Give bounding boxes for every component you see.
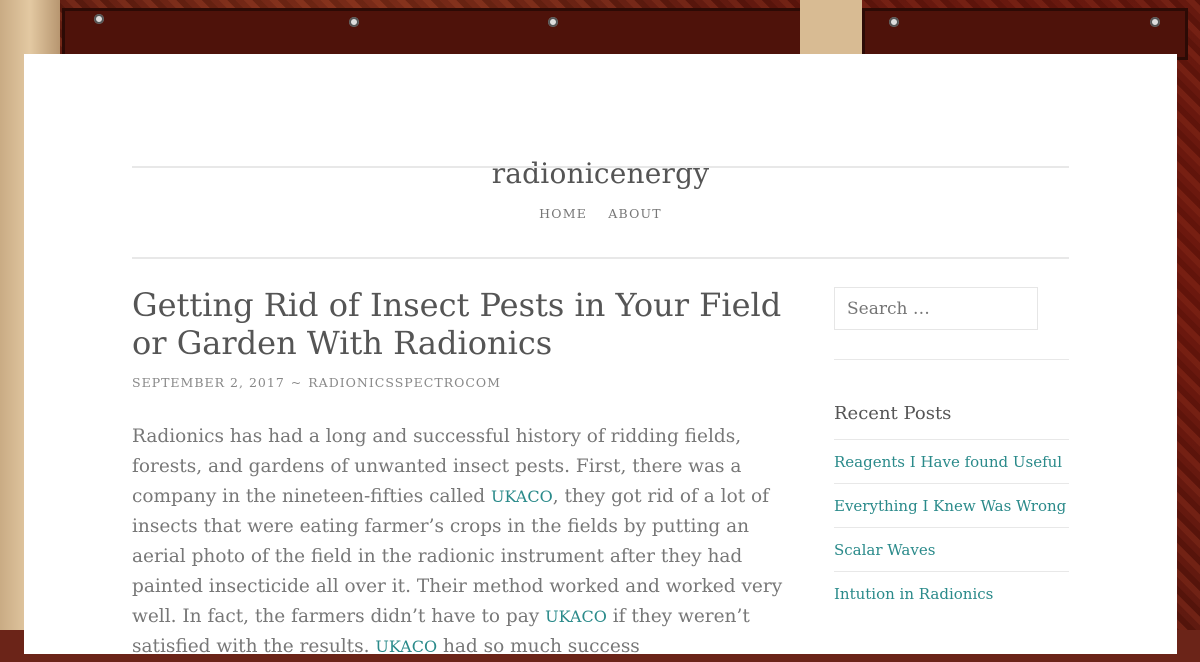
recent-posts-list: Reagents I Have found Useful Everything … xyxy=(834,439,1069,615)
recent-post-link[interactable]: Reagents I Have found Useful xyxy=(834,453,1062,471)
background-frame xyxy=(62,8,806,60)
page-card: radionicenergy HOME ABOUT Getting Rid of… xyxy=(24,54,1177,657)
post-author[interactable]: RADIONICSSPECTROCOM xyxy=(308,375,501,390)
recent-post-link[interactable]: Scalar Waves xyxy=(834,541,935,559)
ukaco-link[interactable]: UKACO xyxy=(491,487,553,506)
list-item: Everything I Knew Was Wrong xyxy=(834,483,1069,527)
screw-icon xyxy=(1150,17,1160,27)
post-content: Radionics has had a long and successful … xyxy=(132,422,792,662)
sidebar-divider xyxy=(834,359,1069,360)
nav-divider xyxy=(132,257,1069,259)
list-item: Reagents I Have found Useful xyxy=(834,439,1069,483)
list-item: Intution in Radionics xyxy=(834,571,1069,615)
screw-icon xyxy=(349,17,359,27)
ukaco-link[interactable]: UKACO xyxy=(545,607,607,626)
screw-icon xyxy=(889,17,899,27)
ukaco-link[interactable]: UKACO xyxy=(375,637,437,656)
background-wood-top xyxy=(800,0,862,54)
recent-post-link[interactable]: Intution in Radionics xyxy=(834,585,993,603)
main-nav: HOME ABOUT xyxy=(24,206,1177,221)
nav-item-home[interactable]: HOME xyxy=(539,206,587,221)
search-input[interactable] xyxy=(834,287,1038,330)
screw-icon xyxy=(548,17,558,27)
post-meta: SEPTEMBER 2, 2017 ~ RADIONICSSPECTROCOM xyxy=(132,375,501,390)
meta-separator: ~ xyxy=(290,375,303,390)
recent-post-link[interactable]: Everything I Knew Was Wrong xyxy=(834,497,1066,515)
recent-posts-heading: Recent Posts xyxy=(834,403,952,424)
screw-icon xyxy=(94,14,104,24)
post-date[interactable]: SEPTEMBER 2, 2017 xyxy=(132,375,285,390)
nav-item-about[interactable]: ABOUT xyxy=(608,206,662,221)
background-frame-right xyxy=(862,8,1188,60)
list-item: Scalar Waves xyxy=(834,527,1069,571)
content-text: had so much success xyxy=(437,636,640,657)
site-title[interactable]: radionicenergy xyxy=(24,157,1177,190)
header-divider xyxy=(132,166,1069,168)
post-title[interactable]: Getting Rid of Insect Pests in Your Fiel… xyxy=(132,286,792,362)
